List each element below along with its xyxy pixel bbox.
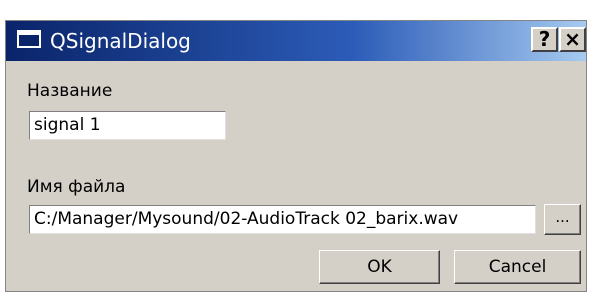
name-input[interactable]: signal 1 [29,111,226,140]
filename-label: Имя файла [27,177,126,197]
name-label: Название [27,81,113,101]
help-button[interactable]: ? [531,27,558,52]
window-title: QSignalDialog [50,29,191,53]
window-icon [17,30,41,48]
close-button[interactable]: × [559,27,586,52]
title-bar[interactable]: QSignalDialog ? × [6,21,586,61]
cancel-button[interactable]: Cancel [454,250,581,284]
browse-button[interactable]: ... [544,204,581,235]
filename-input[interactable]: C:/Manager/Mysound/02-AudioTrack 02_bari… [29,205,536,234]
ok-button[interactable]: OK [319,250,440,284]
dialog-window: QSignalDialog ? × Название signal 1 Имя … [5,20,587,292]
